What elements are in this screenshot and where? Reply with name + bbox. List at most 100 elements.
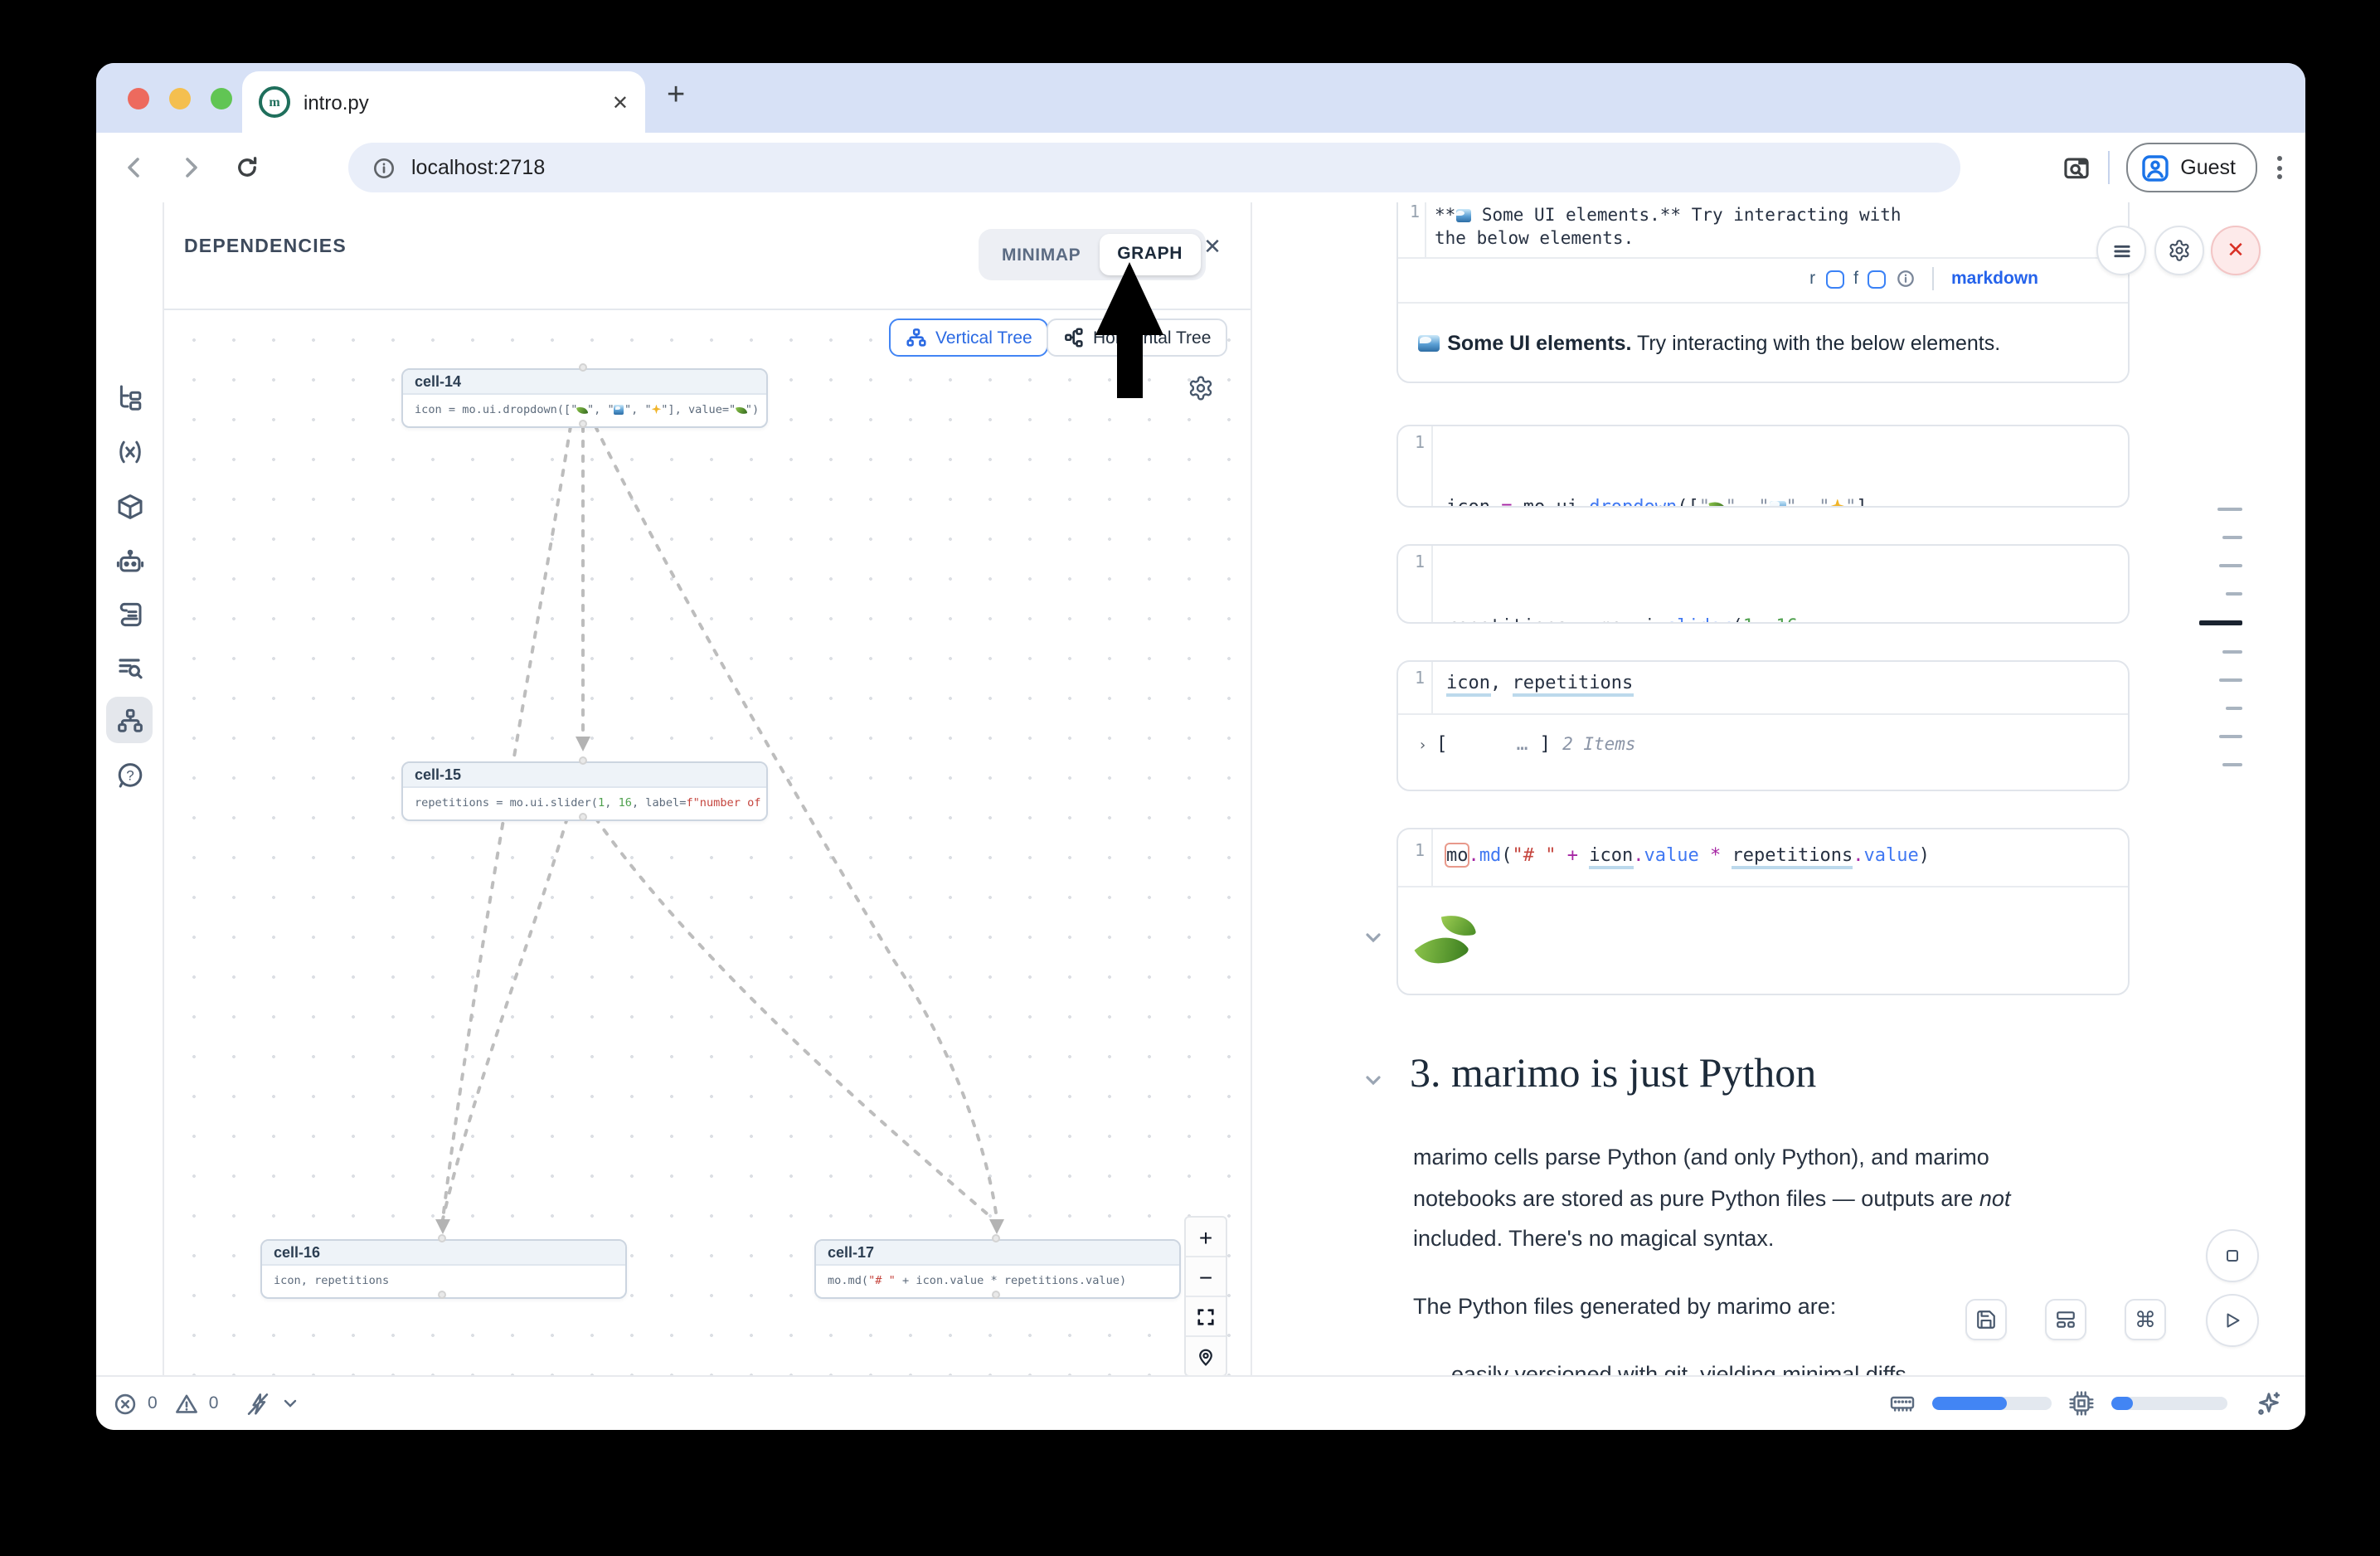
save-button[interactable] [1965,1299,2007,1340]
keyboard-shortcuts-button[interactable]: ⌘ [2125,1299,2166,1340]
tuple-output[interactable]: › [ … ] 2 Items [1398,715,2128,771]
markdown-source-line[interactable]: the below elements. [1435,227,1634,250]
outline-scrollbar[interactable] [2176,508,2242,790]
help-icon: ? [115,761,143,789]
code-line[interactable]: mo.md("# " + icon.value * repetitions.va… [1433,829,1930,886]
traffic-light-zoom[interactable] [211,88,232,109]
network-graph-icon [115,706,143,734]
autoformat-off-icon[interactable] [245,1391,270,1416]
url-bar[interactable]: localhost:2718 [348,143,1960,192]
horizontal-tree-icon [1063,327,1085,348]
toolbar-separator [2107,151,2109,184]
view-mode-tabs: MINIMAP GRAPH [979,229,1206,280]
chevron-down-icon[interactable] [279,1393,299,1413]
code-line[interactable]: repetitions = mo.ui.slider(1, 16, [1446,612,1819,624]
tab-search-icon[interactable] [2061,153,2091,182]
graph-zoom-controls: + − [1184,1216,1227,1377]
toolbar-right: Guest [2061,133,2305,202]
sidebar-item-help[interactable]: ? [106,751,153,798]
warnings-icon[interactable] [174,1391,199,1416]
fit-view-icon[interactable] [1186,1297,1226,1337]
browser-menu-icon[interactable] [2277,156,2282,179]
tab-graph[interactable]: GRAPH [1099,234,1201,275]
screenshot-stage: m intro.py ✕ + localhost:2718 Guest [0,0,2380,1556]
tab-close-icon[interactable]: ✕ [612,90,629,114]
markdown-cell[interactable]: 1 ** Some UI elements.** Try interacting… [1396,202,2130,383]
language-badge[interactable]: markdown [1951,269,2038,289]
profile-button[interactable]: Guest [2125,143,2257,192]
tab-minimap[interactable]: MINIMAP [984,245,1099,265]
code-cell-tuple[interactable]: 1 icon, repetitions › [ … ] 2 Items [1396,660,2130,791]
command-icon: ⌘ [2135,1306,2156,1333]
code-cell-dropdown[interactable]: 1 icon = mo.ui.dropdown(["", "", ""], va… [1396,425,2130,508]
cell-config-row: r f markdown [1809,267,2038,290]
tab-title: intro.py [304,90,612,114]
dependency-graph-canvas[interactable]: cell-14 icon = mo.ui.dropdown(["", "", "… [164,309,1251,1377]
browser-tab[interactable]: m intro.py ✕ [242,71,645,133]
graph-node-cell-15[interactable]: cell-15 repetitions = mo.ui.slider(1, 16… [401,761,768,821]
info-icon[interactable] [1897,269,1916,289]
browser-tabbar: m intro.py ✕ + [96,63,2305,133]
sidebar-item-variables[interactable] [106,428,153,474]
node-title: cell-16 [262,1241,625,1266]
line-number: 1 [1398,546,1433,624]
zoom-out-button[interactable]: − [1186,1257,1226,1297]
variables-icon [115,437,143,465]
traffic-light-close[interactable] [128,88,149,109]
node-title: cell-17 [816,1241,1179,1266]
graph-node-cell-16[interactable]: cell-16 icon, repetitions [260,1239,627,1299]
run-all-button[interactable] [2206,1294,2259,1347]
stop-square-icon [2222,1246,2242,1266]
guest-label: Guest [2180,156,2236,179]
graph-node-cell-14[interactable]: cell-14 icon = mo.ui.dropdown(["", "", "… [401,368,768,428]
errors-count: 0 [148,1393,158,1413]
code-cell-slider[interactable]: 1 repetitions = mo.ui.slider(1, 16, labe… [1396,544,2130,624]
sidebar-item-dependency-graph[interactable] [106,697,153,743]
ram-progress-fill [1932,1397,2006,1410]
layout-toggle-button[interactable] [2045,1299,2086,1340]
markdown-output: Some UI elements. Try interacting with t… [1418,332,2000,355]
sidebar-item-file-explorer[interactable] [106,373,153,420]
shutdown-button[interactable]: ✕ [2211,226,2261,275]
ai-sparkle-icon[interactable] [2254,1389,2282,1417]
code-cell-md[interactable]: 1 mo.md("# " + icon.value * repetitions.… [1396,828,2130,995]
traffic-light-minimize[interactable] [169,88,191,109]
reload-icon[interactable] [219,154,275,181]
locate-node-icon[interactable] [1186,1337,1226,1375]
collapse-chevron-icon[interactable] [1363,927,1383,947]
code-line[interactable]: icon, repetitions [1433,662,1633,713]
stop-button[interactable] [2206,1229,2259,1282]
leaf-emoji-icon [1420,914,1479,974]
format-toggle-label: f [1853,269,1858,289]
notebook-settings-button[interactable] [2154,226,2204,275]
sidebar-item-packages[interactable] [106,483,153,529]
gear-icon [2168,239,2191,262]
markdown-source-line[interactable]: ** Some UI elements.** Try interacting w… [1435,204,1902,227]
section-chevron-icon[interactable] [1363,1070,1383,1090]
code-line[interactable]: icon = mo.ui.dropdown(["", "", ""], [1446,493,1878,508]
sidebar-item-ai-assistant[interactable] [106,537,153,584]
sidebar-item-logs[interactable] [106,644,153,690]
errors-icon[interactable] [113,1391,138,1416]
site-info-icon[interactable] [372,155,396,180]
run-toggle-checkbox[interactable] [1825,270,1843,288]
notebook-menu-button[interactable] [2096,226,2146,275]
vertical-tree-button[interactable]: Vertical Tree [889,318,1049,357]
horizontal-tree-button[interactable]: Horizontal Tree [1047,318,1227,357]
graph-node-cell-17[interactable]: cell-17 mo.md("# " + icon.value * repeti… [814,1239,1181,1299]
output-rest-text: Try interacting with the below elements. [1632,332,2001,355]
graph-settings-icon[interactable] [1188,375,1214,401]
section-heading: 3. marimo is just Python [1410,1052,1816,1098]
new-tab-button[interactable]: + [667,78,685,114]
paragraph-line: marimo cells parse Python (and only Pyth… [1413,1145,1989,1169]
forward-icon[interactable] [163,154,219,181]
panel-close-icon[interactable]: ✕ [1192,227,1232,267]
zoom-in-button[interactable]: + [1186,1218,1226,1257]
cpu-progress-fill [2111,1397,2134,1410]
format-toggle-checkbox[interactable] [1868,270,1887,288]
cpu-icon [2068,1390,2095,1417]
back-icon[interactable] [106,154,163,181]
paragraph-line: The Python files generated by marimo are… [1413,1294,1836,1319]
ram-icon [1889,1390,1916,1417]
sidebar-item-snippets[interactable] [106,591,153,637]
